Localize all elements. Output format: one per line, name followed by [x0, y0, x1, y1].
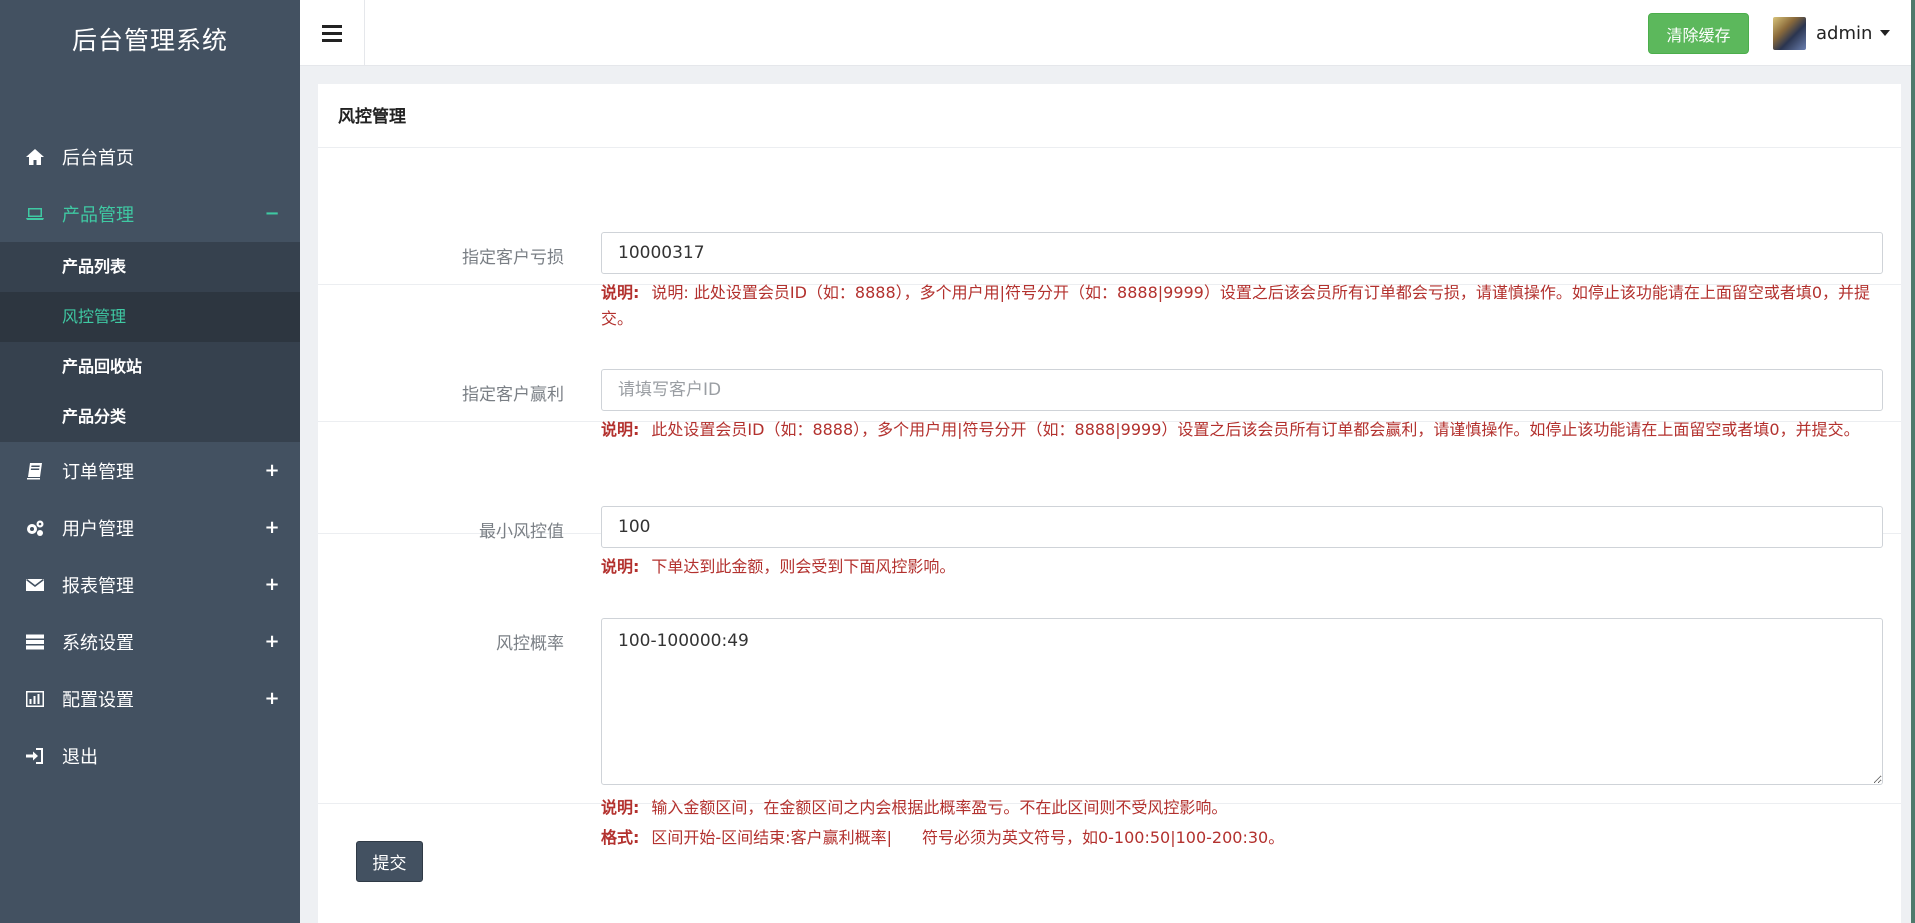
format-text: 区间开始-区间结束:客户赢利概率| [651, 828, 892, 847]
rate-format: 格式: 区间开始-区间结束:客户赢利概率| 符号必须为英文符号，如0-100:50|… [601, 825, 1883, 851]
avatar [1773, 16, 1806, 50]
format-label: 格式: [601, 828, 640, 847]
form-row-win: 指定客户赢利 说明:此处设置会员ID（如：8888），多个用户用|符号分开（如：… [318, 285, 1901, 439]
sidebar-subitem-category[interactable]: 产品分类 [0, 392, 300, 442]
loss-label: 指定客户亏损 [462, 248, 564, 268]
rate-label: 风控概率 [496, 634, 564, 654]
sidebar-item-label: 用户管理 [62, 518, 134, 540]
sidebar-item-label: 报表管理 [62, 575, 134, 597]
note-text: 输入金额区间，在金额区间之内会根据此概率盈亏。不在此区间则不受风控影响。 [651, 798, 1228, 817]
sidebar-item-product[interactable]: 产品管理 − [0, 185, 300, 242]
format-text-2: 符号必须为英文符号，如0-100:50|100-200:30。 [921, 828, 1285, 847]
form-row-loss: 指定客户亏损 说明:说明: 此处设置会员ID（如：8888），多个用户用|符号分… [318, 148, 1901, 328]
sidebar-item-label: 系统设置 [62, 632, 134, 654]
risk-rate-textarea[interactable]: 100-100000:49 [601, 618, 1883, 785]
sidebar-item-reports[interactable]: 报表管理 + [0, 556, 300, 613]
win-customer-input[interactable] [601, 369, 1883, 411]
sidebar-subitem-product-list[interactable]: 产品列表 [0, 242, 300, 292]
sidebar-item-home[interactable]: 后台首页 [0, 128, 300, 185]
sidebar-item-label: 产品管理 [62, 204, 134, 226]
note-label: 说明: [601, 798, 640, 817]
win-label: 指定客户赢利 [462, 385, 564, 405]
form-row-rate: 风控概率 100-100000:49 说明: 输入金额区间，在金额区间之内会根据此… [318, 534, 1901, 847]
risk-control-panel: 风控管理 指定客户亏损 说明:说明: 此处设置会员ID（如：8888），多个用户… [318, 84, 1901, 923]
sidebar: 后台管理系统 后台首页 产品管理 − 产品列表 风控管理 产品回收站 产品分类 … [0, 0, 300, 923]
expand-icon[interactable]: + [264, 574, 280, 595]
sidebar-item-label: 订单管理 [62, 461, 134, 483]
sidebar-item-config[interactable]: 配置设置 + [0, 670, 300, 727]
sidebar-item-label: 配置设置 [62, 689, 134, 711]
laptop-icon [24, 205, 46, 223]
server-icon [24, 633, 46, 651]
book-icon [24, 462, 46, 480]
expand-icon[interactable]: + [264, 460, 280, 481]
sidebar-item-label: 后台首页 [62, 147, 134, 169]
submit-button[interactable]: 提交 [356, 841, 423, 882]
brand-title: 后台管理系统 [71, 26, 228, 55]
rate-field: 100-100000:49 说明: 输入金额区间，在金额区间之内会根据此概率盈亏。… [601, 618, 1883, 851]
expand-icon[interactable]: + [264, 688, 280, 709]
top-bar: 清除缓存 admin [300, 0, 1915, 66]
sidebar-item-users[interactable]: 用户管理 + [0, 499, 300, 556]
sidebar-item-logout[interactable]: 退出 [0, 727, 300, 784]
sidebar-nav: 后台首页 产品管理 − 产品列表 风控管理 产品回收站 产品分类 订单管理 + [0, 128, 300, 784]
user-menu[interactable]: admin [1773, 16, 1891, 50]
sidebar-item-orders[interactable]: 订单管理 + [0, 442, 300, 499]
expand-icon[interactable]: + [264, 517, 280, 538]
sidebar-subitem-recycle-bin[interactable]: 产品回收站 [0, 342, 300, 392]
caret-down-icon [1880, 30, 1891, 36]
home-icon [24, 148, 46, 166]
menu-toggle-icon[interactable] [300, 0, 365, 66]
gears-icon [24, 519, 46, 537]
sign-in-icon [24, 747, 46, 765]
scrollbar[interactable] [1911, 0, 1915, 923]
rate-note: 说明: 输入金额区间，在金额区间之内会根据此概率盈亏。不在此区间则不受风控影响。 [601, 795, 1883, 821]
sidebar-subitem-risk-control[interactable]: 风控管理 [0, 292, 300, 342]
sidebar-item-system[interactable]: 系统设置 + [0, 613, 300, 670]
form-row-min: 最小风控值 说明:下单达到此金额，则会受到下面风控影响。 [318, 422, 1901, 576]
loss-customer-input[interactable] [601, 232, 1883, 274]
clear-cache-button[interactable]: 清除缓存 [1648, 13, 1749, 54]
sidebar-item-label: 退出 [62, 746, 98, 768]
expand-icon[interactable]: + [264, 631, 280, 652]
envelope-icon [24, 576, 46, 594]
page-title: 风控管理 [318, 84, 1901, 148]
collapse-icon[interactable]: − [264, 203, 280, 224]
product-submenu: 产品列表 风控管理 产品回收站 产品分类 [0, 242, 300, 442]
bar-chart-icon [24, 690, 46, 708]
username: admin [1816, 22, 1873, 44]
